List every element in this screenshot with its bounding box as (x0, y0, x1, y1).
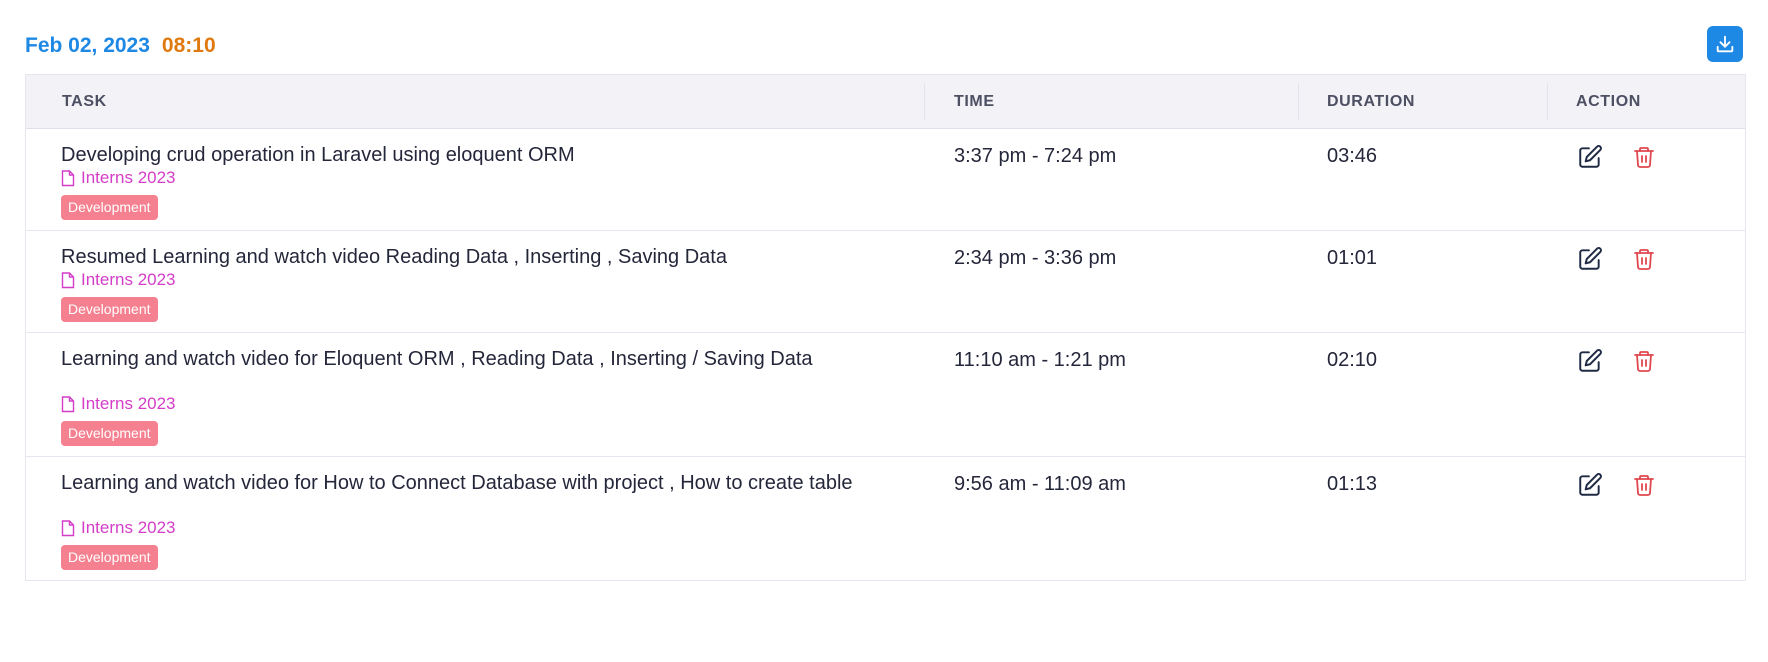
row-actions (1576, 347, 1658, 375)
row-actions (1576, 471, 1658, 499)
day-header: Feb 02, 2023 08:10 (25, 28, 216, 64)
edit-icon (1579, 247, 1602, 270)
project-link[interactable]: Interns 2023 (61, 270, 176, 290)
column-header-time: TIME (954, 93, 995, 110)
delete-button[interactable] (1630, 471, 1658, 499)
column-divider (1547, 83, 1548, 120)
file-icon (61, 395, 75, 412)
timesheet-view: Feb 02, 2023 08:10 TASK TIME DURATION AC… (0, 0, 1768, 662)
delete-button[interactable] (1630, 143, 1658, 171)
edit-icon (1579, 473, 1602, 496)
delete-button[interactable] (1630, 347, 1658, 375)
edit-icon (1579, 349, 1602, 372)
edit-icon (1579, 145, 1602, 168)
task-time-range: 11:10 am - 1:21 pm (954, 349, 1126, 371)
file-icon (61, 519, 75, 536)
edit-button[interactable] (1576, 143, 1604, 171)
column-header-duration: DURATION (1327, 93, 1416, 110)
download-button[interactable] (1707, 26, 1743, 62)
task-title: Learning and watch video for How to Conn… (61, 472, 853, 494)
column-header-task: TASK (62, 93, 107, 110)
row-actions (1576, 143, 1658, 171)
task-duration: 03:46 (1327, 145, 1378, 167)
day-total-time: 08:10 (161, 34, 216, 57)
trash-icon (1634, 147, 1654, 168)
day-date: Feb 02, 2023 (25, 34, 150, 57)
project-name: Interns 2023 (81, 270, 176, 289)
column-divider (1298, 83, 1299, 120)
task-title: Resumed Learning and watch video Reading… (61, 246, 727, 268)
task-duration: 01:13 (1327, 473, 1378, 495)
project-name: Interns 2023 (81, 168, 176, 187)
row-actions (1576, 245, 1658, 273)
file-icon (61, 271, 75, 288)
column-divider (924, 83, 925, 120)
task-title: Learning and watch video for Eloquent OR… (61, 348, 813, 370)
task-time-range: 9:56 am - 11:09 am (954, 473, 1126, 495)
edit-button[interactable] (1576, 245, 1604, 273)
project-link[interactable]: Interns 2023 (61, 394, 176, 414)
task-title: Developing crud operation in Laravel usi… (61, 144, 575, 166)
project-link[interactable]: Interns 2023 (61, 168, 176, 188)
category-tag: Development (61, 421, 158, 446)
category-tag: Development (61, 545, 158, 570)
table-row: Developing crud operation in Laravel usi… (26, 129, 1745, 231)
edit-button[interactable] (1576, 347, 1604, 375)
edit-button[interactable] (1576, 471, 1604, 499)
task-time-range: 3:37 pm - 7:24 pm (954, 145, 1117, 167)
project-name: Interns 2023 (81, 394, 176, 413)
category-tag: Development (61, 195, 158, 220)
project-name: Interns 2023 (81, 518, 176, 537)
task-duration: 02:10 (1327, 349, 1378, 371)
category-tag: Development (61, 297, 158, 322)
table-row: Resumed Learning and watch video Reading… (26, 231, 1745, 333)
trash-icon (1634, 475, 1654, 496)
table-header: TASK TIME DURATION ACTION (26, 74, 1745, 129)
task-table: TASK TIME DURATION ACTION Developing cru… (25, 74, 1746, 581)
table-row: Learning and watch video for How to Conn… (26, 457, 1745, 580)
task-duration: 01:01 (1327, 247, 1378, 269)
file-icon (61, 169, 75, 186)
trash-icon (1634, 249, 1654, 270)
task-time-range: 2:34 pm - 3:36 pm (954, 247, 1117, 269)
delete-button[interactable] (1630, 245, 1658, 273)
column-header-action: ACTION (1576, 93, 1641, 110)
trash-icon (1634, 351, 1654, 372)
download-icon (1716, 35, 1734, 53)
project-link[interactable]: Interns 2023 (61, 518, 176, 538)
table-row: Learning and watch video for Eloquent OR… (26, 333, 1745, 457)
